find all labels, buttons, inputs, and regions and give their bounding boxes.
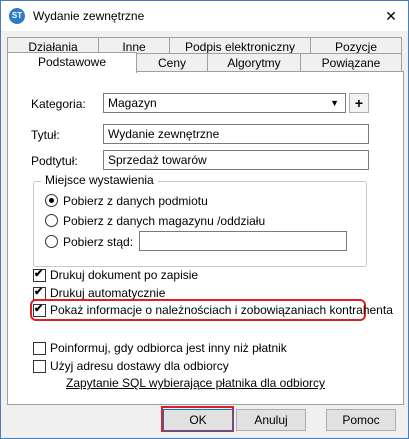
cancel-button[interactable]: Anuluj: [236, 409, 306, 431]
category-label: Kategoria:: [31, 97, 86, 111]
check-icon: ✔: [34, 303, 44, 315]
radio-from-entity[interactable]: [45, 194, 58, 207]
ok-button[interactable]: OK: [163, 409, 233, 431]
checkbox-notify-recipient-label: Poinformuj, gdy odbiorca jest inny niż p…: [50, 341, 287, 355]
tab-algorytmy[interactable]: Algorytmy: [207, 53, 301, 72]
help-button[interactable]: Pomoc: [326, 409, 396, 431]
subtitle-label: Podtytuł:: [31, 154, 78, 168]
checkbox-show-receivables[interactable]: ✔: [33, 303, 46, 317]
radio-custom-label: Pobierz stąd:: [63, 235, 134, 249]
radio-from-warehouse-label: Pobierz z danych magazynu /oddziału: [63, 214, 266, 228]
radio-selected-dot: [49, 198, 54, 203]
issue-place-group-title: Miejsce wystawienia: [41, 173, 158, 187]
radio-custom[interactable]: [45, 235, 58, 248]
tab-ceny[interactable]: Ceny: [136, 53, 208, 72]
title-bar[interactable]: ST Wydanie zewnętrzne ✕: [1, 1, 408, 31]
dialog-window: ST Wydanie zewnętrzne ✕ Działania Inne P…: [0, 0, 409, 439]
checkbox-print-after-save[interactable]: ✔: [33, 268, 46, 282]
checkbox-use-delivery-address-label: Użyj adresu dostawy dla odbiorcy: [50, 359, 229, 373]
close-icon[interactable]: ✕: [382, 7, 400, 25]
checkbox-show-receivables-label: Pokaż informacje o należnościach i zobow…: [50, 303, 393, 317]
sql-query-link[interactable]: Zapytanie SQL wybierające płatnika dla o…: [66, 376, 325, 390]
tab-powiazane[interactable]: Powiązane: [300, 53, 402, 72]
title-input[interactable]: Wydanie zewnętrzne: [103, 124, 369, 144]
radio-from-entity-label: Pobierz z danych podmiotu: [63, 194, 208, 208]
category-combobox[interactable]: Magazyn ▼: [103, 93, 346, 113]
checkbox-notify-recipient[interactable]: [33, 342, 46, 355]
check-icon: ✔: [34, 268, 44, 280]
checkbox-use-delivery-address[interactable]: [33, 360, 46, 373]
checkbox-print-after-save-label: Drukuj dokument po zapisie: [50, 268, 199, 282]
custom-place-input[interactable]: [139, 231, 347, 251]
check-icon: ✔: [34, 286, 44, 298]
add-category-button[interactable]: +: [349, 93, 369, 113]
radio-from-warehouse[interactable]: [45, 214, 58, 227]
checkbox-print-auto-label: Drukuj automatycznie: [50, 286, 166, 300]
subtitle-input[interactable]: Sprzedaż towarów: [103, 150, 369, 170]
app-logo-icon: ST: [9, 8, 25, 24]
window-title: Wydanie zewnętrzne: [33, 9, 145, 23]
title-label: Tytuł:: [31, 128, 60, 142]
category-value: Magazyn: [108, 96, 157, 110]
tab-podstawowe[interactable]: Podstawowe: [7, 52, 137, 73]
chevron-down-icon: ▼: [330, 98, 339, 108]
